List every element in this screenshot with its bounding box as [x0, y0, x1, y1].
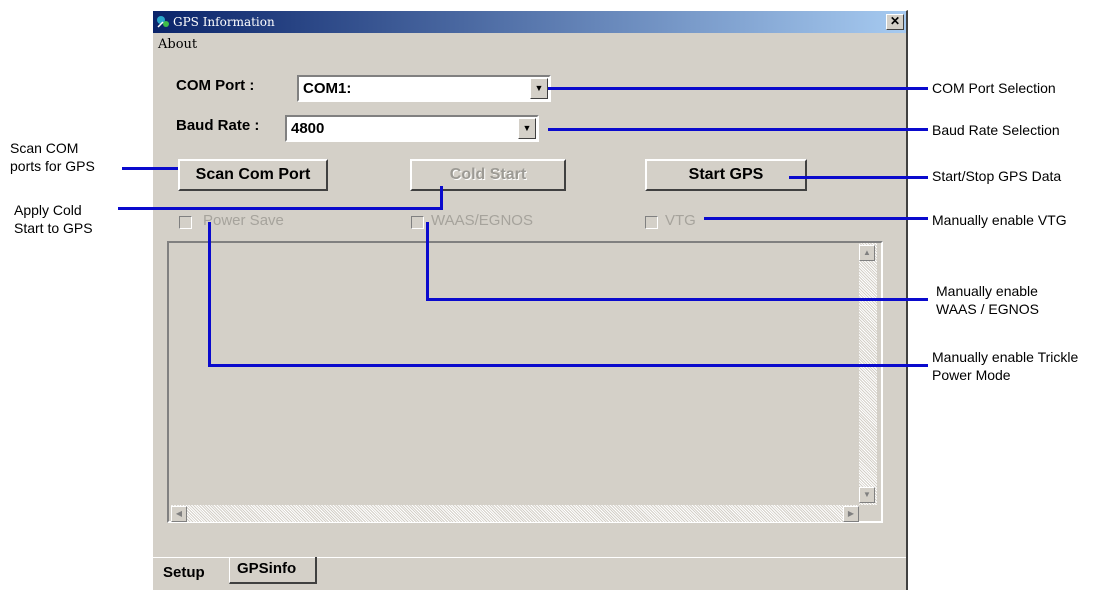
baud-rate-label: Baud Rate : — [176, 117, 260, 134]
callout-enable-vtg: Manually enable VTG — [932, 212, 1067, 228]
callout-scan-line2: ports for GPS — [10, 158, 95, 174]
leader-line-cold-h1 — [118, 207, 442, 210]
callout-scan-line1: Scan COM — [10, 140, 79, 156]
scroll-up-icon[interactable]: ▲ — [859, 245, 875, 261]
close-button[interactable]: ✕ — [886, 14, 904, 30]
leader-line-start-gps — [789, 176, 928, 179]
menu-about[interactable]: About — [158, 37, 197, 52]
title-bar[interactable]: GPS Information ✕ — [153, 11, 906, 33]
chevron-down-icon[interactable]: ▼ — [518, 118, 536, 139]
leader-line-com-port — [548, 87, 928, 90]
callout-enable-trickle: Manually enable Trickle Power Mode — [932, 348, 1078, 384]
power-save-label: Power Save — [203, 212, 284, 229]
callout-enable-waas: Manually enable WAAS / EGNOS — [936, 282, 1039, 318]
leader-line-trickle-h — [208, 364, 928, 367]
leader-line-cold-v — [440, 186, 443, 210]
callout-com-port-selection: COM Port Selection — [932, 80, 1056, 96]
scroll-left-icon[interactable]: ◀ — [171, 506, 187, 522]
scroll-down-icon[interactable]: ▼ — [859, 487, 875, 503]
com-port-select[interactable]: COM1: ▼ — [297, 75, 551, 102]
horizontal-scrollbar[interactable] — [171, 505, 859, 522]
power-save-checkbox[interactable] — [179, 216, 192, 229]
vtg-checkbox[interactable] — [645, 216, 658, 229]
callout-cold-line1: Apply Cold — [14, 202, 82, 218]
gps-app-icon — [157, 16, 169, 28]
callout-baud-rate-selection: Baud Rate Selection — [932, 122, 1060, 138]
leader-line-baud-rate — [548, 128, 928, 131]
com-port-value: COM1: — [303, 80, 352, 97]
callout-start-stop-gps: Start/Stop GPS Data — [932, 168, 1062, 184]
callout-cold-line2: Start to GPS — [14, 220, 93, 236]
waas-egnos-label: WAAS/EGNOS — [431, 212, 533, 229]
gps-output-log[interactable] — [167, 241, 883, 523]
leader-line-waas-v — [426, 222, 429, 301]
tab-gpsinfo[interactable]: GPSinfo — [237, 560, 296, 577]
callout-cold-start: Apply Cold Start to GPS — [14, 201, 93, 237]
vertical-scrollbar[interactable] — [859, 243, 877, 505]
baud-rate-select[interactable]: 4800 ▼ — [285, 115, 539, 142]
leader-line-vtg — [704, 217, 928, 220]
scan-com-port-button[interactable]: Scan Com Port — [178, 159, 328, 191]
callout-trickle-line2: Power Mode — [932, 367, 1011, 383]
leader-line-trickle-v — [208, 222, 211, 367]
leader-line-scan — [122, 167, 178, 170]
callout-waas-line2: WAAS / EGNOS — [936, 301, 1039, 317]
waas-egnos-checkbox[interactable] — [411, 216, 424, 229]
vtg-label: VTG — [665, 212, 696, 229]
callout-trickle-line1: Manually enable Trickle — [932, 349, 1079, 365]
leader-line-waas-h — [426, 298, 928, 301]
start-gps-button[interactable]: Start GPS — [645, 159, 807, 191]
baud-rate-value: 4800 — [291, 120, 325, 137]
callout-waas-line1: Manually enable — [936, 283, 1038, 299]
window-title: GPS Information — [173, 15, 275, 29]
cold-start-button[interactable]: Cold Start — [410, 159, 566, 191]
tab-setup[interactable]: Setup — [163, 564, 205, 581]
chevron-down-icon[interactable]: ▼ — [530, 78, 548, 99]
scroll-right-icon[interactable]: ▶ — [843, 506, 859, 522]
com-port-label: COM Port : — [176, 77, 255, 94]
callout-scan-com-ports: Scan COM ports for GPS — [10, 139, 95, 175]
